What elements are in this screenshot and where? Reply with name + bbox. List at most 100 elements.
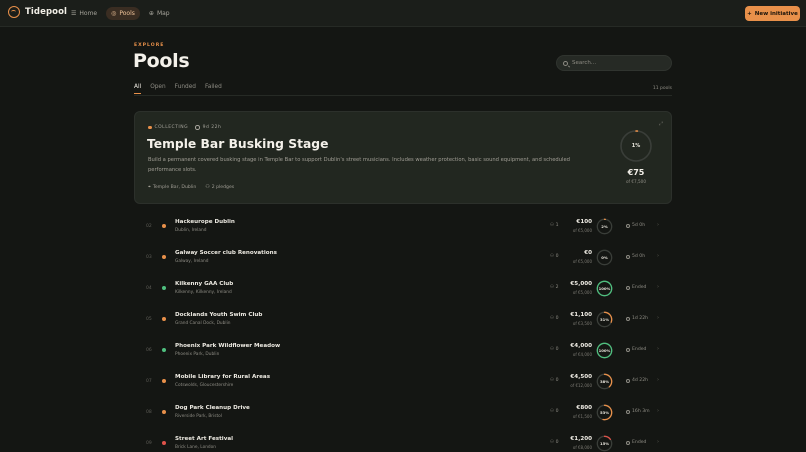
row-index: 04 bbox=[146, 286, 152, 291]
featured-meta: ⌖ Temple Bar, Dublin ⚇ 2 pledges bbox=[148, 184, 234, 190]
featured-pledges: ⚇ 2 pledges bbox=[205, 184, 234, 190]
time-remaining: 4d 22h bbox=[626, 378, 648, 383]
raised-amount: €800 bbox=[576, 405, 592, 411]
tab-open[interactable]: Open bbox=[150, 84, 165, 94]
tab-funded[interactable]: Funded bbox=[175, 84, 196, 94]
status-dot bbox=[162, 379, 166, 383]
progress-percent: 53% bbox=[599, 410, 610, 415]
pledge-count: ⚇ 0 bbox=[550, 440, 559, 445]
search-icon bbox=[563, 60, 568, 66]
tab-all[interactable]: All bbox=[134, 84, 142, 94]
progress-percent: 100% bbox=[598, 348, 611, 353]
pool-location: Dublin, Ireland bbox=[175, 228, 207, 233]
search-input[interactable] bbox=[572, 60, 662, 66]
pool-name: Street Art Festival bbox=[175, 436, 234, 442]
search-box[interactable] bbox=[556, 55, 672, 71]
tab-failed[interactable]: Failed bbox=[205, 84, 222, 94]
pool-location: Grand Canal Dock, Dublin bbox=[175, 321, 231, 326]
time-remaining-value: Ended bbox=[632, 440, 647, 445]
top-bar: Tidepool ☰ Home ◎ Pools ⊕ Map + New initiativ… bbox=[0, 0, 806, 27]
pools-icon: ◎ bbox=[111, 10, 117, 17]
pool-count: 11 pools bbox=[652, 86, 672, 91]
pledge-count: ⚇ 0 bbox=[550, 254, 559, 259]
time-remaining: 5d 0h bbox=[626, 223, 645, 228]
nav-item-pools[interactable]: ◎ Pools bbox=[106, 7, 140, 20]
progress-percent: 0% bbox=[601, 255, 608, 260]
time-remaining: 16h 3m bbox=[626, 409, 650, 414]
chevron-right-icon[interactable]: › bbox=[657, 408, 659, 414]
clock-icon bbox=[626, 285, 630, 290]
time-remaining-value: 1d 22h bbox=[632, 316, 649, 321]
status-dot bbox=[162, 224, 166, 228]
status-dot bbox=[148, 125, 152, 130]
pledge-count: ⚇ 2 bbox=[550, 285, 559, 290]
row-index: 06 bbox=[146, 348, 152, 353]
raised-amount: €4,500 bbox=[570, 374, 592, 380]
status-dot bbox=[162, 441, 166, 445]
new-initiative-button[interactable]: + New initiative bbox=[745, 6, 800, 21]
nav-item-map[interactable]: ⊕ Map bbox=[144, 7, 175, 20]
pledge-count-value: 0 bbox=[555, 378, 559, 383]
nav-item-home[interactable]: ☰ Home bbox=[66, 7, 102, 20]
pool-location: Riverside Park, Bristol bbox=[175, 414, 222, 419]
chevron-right-icon[interactable]: › bbox=[657, 315, 659, 321]
clock-icon bbox=[626, 409, 630, 414]
pool-location: Galway, Ireland bbox=[175, 259, 209, 264]
pool-name: Docklands Youth Swim Club bbox=[175, 312, 263, 318]
clock-icon bbox=[626, 440, 630, 445]
goal-amount: of €5,000 bbox=[572, 290, 592, 295]
row-index: 03 bbox=[146, 255, 152, 260]
new-initiative-label: New initiative bbox=[754, 10, 798, 17]
time-remaining-value: Ended bbox=[632, 347, 647, 352]
time-remaining: Ended bbox=[626, 347, 646, 352]
people-icon: ⚇ bbox=[205, 184, 210, 190]
time-remaining-value: 5d 0h bbox=[632, 223, 646, 228]
chevron-right-icon[interactable]: › bbox=[657, 346, 659, 352]
raised-amount: €5,000 bbox=[570, 281, 592, 287]
chevron-right-icon[interactable]: › bbox=[657, 222, 659, 228]
pool-name: Mobile Library for Rural Areas bbox=[175, 374, 271, 380]
progress-percent: 38% bbox=[599, 379, 610, 384]
pool-row[interactable]: 03 Galway Soccer club Renovations Galway, … bbox=[134, 242, 672, 273]
page-eyebrow: EXPLORE bbox=[134, 43, 165, 48]
goal-amount: of €12,000 bbox=[570, 383, 592, 388]
chevron-right-icon[interactable]: › bbox=[657, 253, 659, 259]
goal-amount: of €5,000 bbox=[572, 259, 592, 264]
pool-row[interactable]: 02 Hackeurope Dublin Dublin, Ireland ⚇ 1 €10… bbox=[134, 211, 672, 242]
pool-row[interactable]: 09 Street Art Festival Brick Lane, London ⚇… bbox=[134, 428, 672, 452]
app-name: Tidepool bbox=[25, 7, 68, 17]
chevron-right-icon[interactable]: › bbox=[657, 377, 659, 383]
time-remaining-value: Ended bbox=[632, 285, 647, 290]
pool-row[interactable]: 05 Docklands Youth Swim Club Grand Canal D… bbox=[134, 304, 672, 335]
raised-amount: €1,200 bbox=[570, 436, 592, 442]
status-dot bbox=[162, 255, 166, 259]
featured-percent: 1% bbox=[631, 143, 641, 149]
row-index: 09 bbox=[146, 441, 152, 446]
nav-item-label: Home bbox=[79, 10, 98, 17]
chevron-right-icon[interactable]: › bbox=[657, 284, 659, 290]
nav-item-label: Map bbox=[156, 10, 170, 17]
pool-row[interactable]: 07 Mobile Library for Rural Areas Cotswold… bbox=[134, 366, 672, 397]
brand[interactable]: Tidepool bbox=[8, 6, 67, 18]
pledge-count-value: 2 bbox=[555, 285, 559, 290]
raised-amount: €0 bbox=[584, 250, 592, 256]
raised-amount: €100 bbox=[576, 219, 592, 225]
clock-icon bbox=[626, 223, 630, 228]
status-dot bbox=[162, 286, 166, 290]
pool-name: Kilkenny GAA Club bbox=[175, 281, 234, 287]
pool-row[interactable]: 04 Kilkenny GAA Club Kilkenny, Kilkenny, I… bbox=[134, 273, 672, 304]
chevron-right-icon[interactable]: › bbox=[657, 439, 659, 445]
pledge-count: ⚇ 1 bbox=[550, 223, 559, 228]
row-index: 05 bbox=[146, 317, 152, 322]
tabs-divider bbox=[134, 95, 672, 96]
status-dot bbox=[162, 348, 166, 352]
expand-icon[interactable]: ⤢ bbox=[659, 121, 663, 127]
pool-row[interactable]: 06 Phoenix Park Wildflower Meadow Phoenix … bbox=[134, 335, 672, 366]
featured-pool-card[interactable]: COLLECTING 9d 22h Temple Bar Busking Sta… bbox=[134, 111, 672, 204]
pool-row[interactable]: 08 Dog Park Cleanup Drive Riverside Park, … bbox=[134, 397, 672, 428]
pool-location: Kilkenny, Kilkenny, Ireland bbox=[175, 290, 232, 295]
pledge-count-value: 0 bbox=[555, 409, 559, 414]
goal-amount: of €1,500 bbox=[572, 414, 592, 419]
pledge-count-value: 1 bbox=[555, 223, 559, 228]
globe-icon: ⊕ bbox=[148, 10, 154, 17]
